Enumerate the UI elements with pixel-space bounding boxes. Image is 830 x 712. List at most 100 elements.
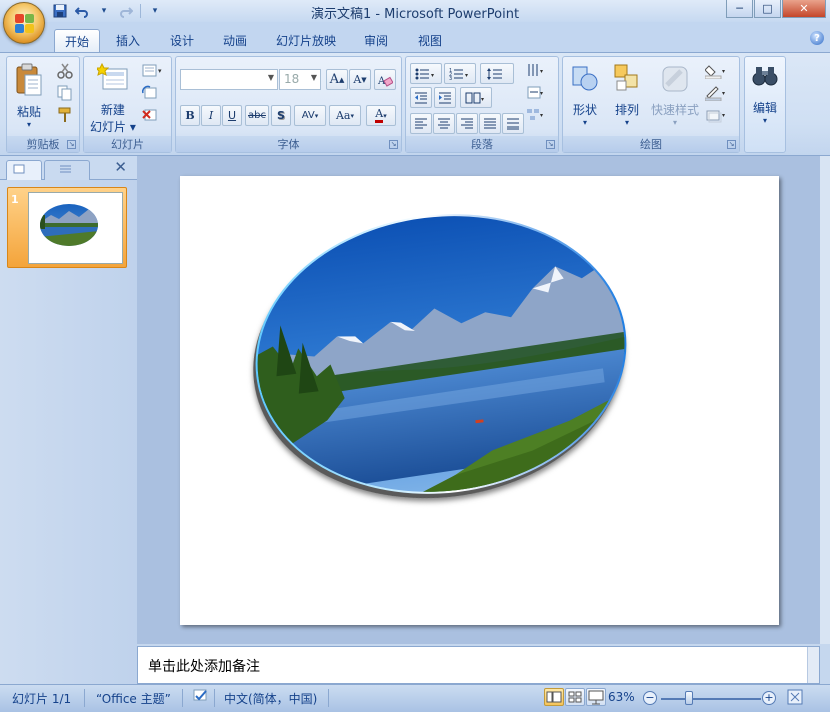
strikethrough-button[interactable]: abc <box>245 105 269 126</box>
shapes-button[interactable]: 形状 ▾ <box>569 63 601 127</box>
format-painter-icon[interactable] <box>57 107 73 123</box>
shrink-font-label: A <box>353 73 362 86</box>
tab-design[interactable]: 设计 <box>160 29 204 52</box>
delete-slide-icon[interactable] <box>142 107 158 123</box>
group-clipboard: 粘贴 ▾ 剪贴板 ↘ <box>6 56 80 153</box>
help-icon[interactable]: ? <box>810 31 824 45</box>
svg-text:▾: ▾ <box>722 112 725 119</box>
maximize-button[interactable]: □ <box>754 0 781 18</box>
bullets-button[interactable]: ▾ <box>410 63 442 84</box>
paragraph-launcher-icon[interactable]: ↘ <box>546 140 555 149</box>
new-slide-button[interactable]: 新建 幻灯片 ▾ <box>90 62 136 135</box>
shape-fill-icon[interactable]: ▾ <box>704 63 725 80</box>
slide-thumbnail <box>28 192 123 264</box>
increase-indent-button[interactable] <box>434 87 456 108</box>
zoom-slider-track[interactable] <box>661 698 761 700</box>
align-center-button[interactable] <box>433 113 455 134</box>
align-text-icon[interactable]: ▾ <box>526 85 543 101</box>
vertical-scrollbar[interactable] <box>820 156 830 644</box>
close-pane-icon[interactable]: ✕ <box>114 158 127 176</box>
underline-button[interactable]: U <box>222 105 242 126</box>
status-bar: 幻灯片 1/1 “Office 主题” 中文(简体，中国) 63% − + <box>0 684 830 712</box>
notes-pane[interactable]: 单击此处添加备注 <box>137 646 820 684</box>
slide-sorter-view-button[interactable] <box>565 688 585 706</box>
status-separator <box>214 689 215 707</box>
tab-review[interactable]: 审阅 <box>354 29 398 52</box>
clear-formatting-icon[interactable]: A <box>374 69 396 90</box>
tab-animations[interactable]: 动画 <box>213 29 257 52</box>
editing-button[interactable]: 编辑 ▾ <box>751 63 779 125</box>
notes-scrollbar[interactable] <box>807 647 819 683</box>
language-indicator[interactable]: 中文(简体，中国) <box>224 690 317 707</box>
arrange-label: 排列 <box>614 103 639 117</box>
shape-outline-icon[interactable]: ▾ <box>704 85 725 102</box>
svg-text:▾: ▾ <box>431 72 434 79</box>
text-shadow-button[interactable]: S <box>271 105 291 126</box>
italic-button[interactable]: I <box>201 105 221 126</box>
numbering-button[interactable]: 1 2 3 ▾ <box>444 63 476 84</box>
group-label-paragraph: 段落 <box>406 136 558 152</box>
paste-button[interactable]: 粘贴 ▾ <box>13 63 45 129</box>
distribute-button[interactable] <box>502 113 524 134</box>
group-slides: 新建 幻灯片 ▾ ▾ 幻灯片 <box>83 56 172 153</box>
slideshow-view-button[interactable] <box>586 688 606 706</box>
line-spacing-button[interactable] <box>480 63 514 84</box>
svg-text:3: 3 <box>449 76 452 81</box>
oval-picture[interactable] <box>180 176 779 625</box>
outline-tab[interactable] <box>44 160 90 180</box>
group-label-slides: 幻灯片 <box>84 136 171 152</box>
zoom-in-icon[interactable]: + <box>762 691 776 705</box>
fit-to-window-icon[interactable] <box>786 688 804 709</box>
character-spacing-button[interactable]: AV ▾ <box>294 105 326 126</box>
zoom-out-icon[interactable]: − <box>643 691 657 705</box>
decrease-indent-button[interactable] <box>410 87 432 108</box>
status-separator <box>84 689 85 707</box>
chevron-down-icon: ▼ <box>267 73 274 82</box>
bold-button[interactable]: B <box>180 105 200 126</box>
slide-canvas[interactable] <box>180 176 779 625</box>
close-button[interactable]: ✕ <box>782 0 826 18</box>
tab-insert[interactable]: 插入 <box>106 29 150 52</box>
normal-view-button[interactable] <box>544 688 564 706</box>
tab-view[interactable]: 视图 <box>408 29 452 52</box>
layout-icon[interactable]: ▾ <box>142 63 162 79</box>
clipboard-launcher-icon[interactable]: ↘ <box>67 140 76 149</box>
tab-home[interactable]: 开始 <box>54 29 101 52</box>
spell-check-icon[interactable] <box>192 688 210 707</box>
window-title: 演示文稿1 - Microsoft PowerPoint <box>310 7 520 22</box>
font-launcher-icon[interactable]: ↘ <box>389 140 398 149</box>
new-slide-label-1: 新建 <box>100 103 125 117</box>
smartart-icon[interactable]: ▾ <box>526 107 543 123</box>
shape-effects-icon[interactable]: ▾ <box>705 107 725 123</box>
editing-label: 编辑 <box>752 101 777 115</box>
group-label-drawing: 绘图 <box>563 136 739 152</box>
font-name-combobox[interactable]: ▼ <box>180 69 278 90</box>
cut-icon[interactable] <box>57 63 73 79</box>
text-direction-icon[interactable]: ▾ <box>526 63 543 79</box>
slides-tab[interactable] <box>6 160 42 180</box>
zoom-level[interactable]: 63% <box>608 690 635 704</box>
shrink-font-button[interactable]: A ▼ <box>349 69 371 90</box>
align-left-button[interactable] <box>410 113 432 134</box>
chevron-down-icon: ▾ <box>762 116 767 125</box>
slide-thumbnail-item[interactable]: 1 <box>7 187 127 268</box>
grow-font-button[interactable]: A ▲ <box>326 69 348 90</box>
slide-editing-area <box>137 156 820 644</box>
columns-button[interactable]: ▾ <box>460 87 492 108</box>
office-button[interactable] <box>3 2 45 44</box>
drawing-launcher-icon[interactable]: ↘ <box>727 140 736 149</box>
arrange-button[interactable]: 排列 ▾ <box>611 63 643 127</box>
reset-slide-icon[interactable] <box>142 85 158 101</box>
quick-styles-button[interactable]: 快速样式 ▾ <box>651 63 699 127</box>
text-shadow-label: S <box>277 109 285 122</box>
change-case-button[interactable]: Aa ▾ <box>329 105 361 126</box>
align-right-button[interactable] <box>456 113 478 134</box>
font-color-button[interactable]: A ▾ <box>366 105 396 126</box>
minimize-button[interactable]: ─ <box>726 0 753 18</box>
tab-slideshow[interactable]: 幻灯片放映 <box>266 29 346 52</box>
justify-button[interactable] <box>479 113 501 134</box>
status-separator <box>182 689 183 707</box>
zoom-slider-thumb[interactable] <box>685 691 693 705</box>
copy-icon[interactable] <box>57 85 73 101</box>
font-size-combobox[interactable]: 18 ▼ <box>279 69 321 90</box>
